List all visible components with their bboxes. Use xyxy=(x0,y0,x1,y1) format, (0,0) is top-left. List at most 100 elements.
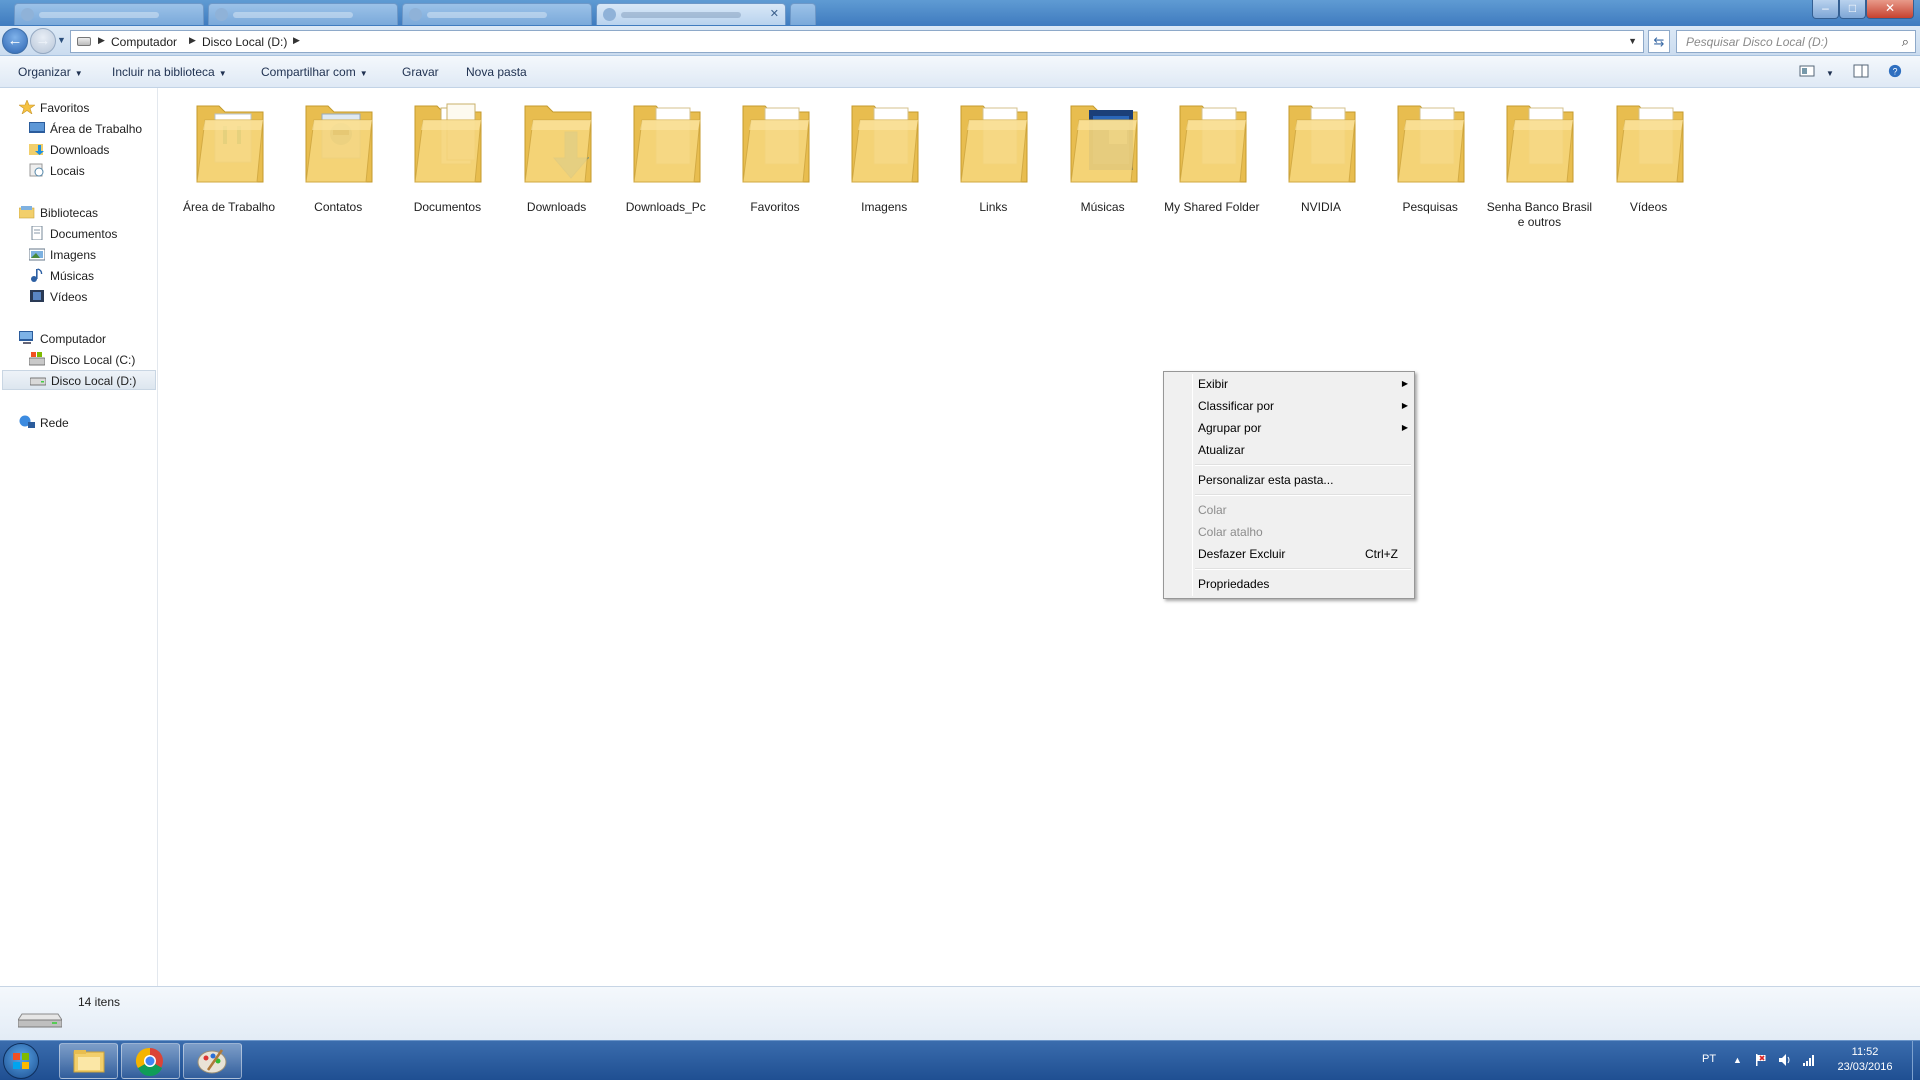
sidebar-item-disk-c[interactable]: Disco Local (C:) xyxy=(29,350,154,370)
show-desktop-button[interactable] xyxy=(1912,1041,1920,1080)
volume-icon[interactable] xyxy=(1778,1053,1792,1067)
libraries-icon xyxy=(19,206,35,219)
chevron-right-icon[interactable]: ▶ xyxy=(98,35,105,46)
sidebar-libraries[interactable]: Bibliotecas xyxy=(19,203,149,223)
folder-item[interactable]: My Shared Folder xyxy=(1158,96,1266,226)
network-signal-icon[interactable] xyxy=(1802,1053,1816,1067)
forward-button[interactable]: → xyxy=(30,28,56,54)
taskbar-paint[interactable] xyxy=(183,1043,242,1079)
title-bar: ✕ – □ ✕ xyxy=(0,0,1920,26)
taskbar-explorer[interactable] xyxy=(59,1043,118,1079)
back-button[interactable]: ← xyxy=(2,28,28,54)
search-input[interactable]: Pesquisar Disco Local (D:) ⌕ xyxy=(1676,30,1916,53)
share-with-button[interactable]: Compartilhar com ▼ xyxy=(261,65,368,79)
folder-item[interactable]: Pesquisas xyxy=(1376,96,1484,226)
start-button[interactable] xyxy=(3,1043,39,1079)
folder-item[interactable]: Imagens xyxy=(830,96,938,226)
organize-button[interactable]: Organizar ▼ xyxy=(18,65,83,79)
menu-item-customize-folder[interactable]: Personalizar esta pasta... xyxy=(1198,470,1408,490)
folder-icon xyxy=(1288,105,1356,183)
include-library-button[interactable]: Incluir na biblioteca ▼ xyxy=(112,65,227,79)
folder-icon xyxy=(742,105,810,183)
star-icon xyxy=(19,100,35,114)
menu-item-group-by[interactable]: Agrupar por ▶ xyxy=(1198,418,1408,438)
sidebar-computer[interactable]: Computador xyxy=(19,329,149,349)
chevron-right-icon[interactable]: ▶ xyxy=(189,35,196,46)
command-bar: Organizar ▼ Incluir na biblioteca ▼ Compar… xyxy=(0,56,1920,88)
sidebar-section-title: Computador xyxy=(40,332,107,346)
browser-tab[interactable] xyxy=(14,3,204,25)
folder-item[interactable]: Área de Trabalho xyxy=(175,96,283,226)
menu-separator xyxy=(1195,568,1411,570)
folder-item[interactable]: Documentos xyxy=(393,96,501,226)
folder-item[interactable]: Downloads xyxy=(503,96,611,226)
sidebar-item-music[interactable]: Músicas xyxy=(29,266,154,286)
sidebar-item-disk-d[interactable]: Disco Local (D:) xyxy=(2,370,156,390)
folder-item[interactable]: Contatos xyxy=(284,96,392,226)
menu-item-view[interactable]: Exibir ▶ xyxy=(1198,374,1408,394)
address-bar[interactable]: ▶ Computador ▶ Disco Local (D:) ▶ ▼ xyxy=(70,30,1644,53)
arrow-left-icon: ← xyxy=(7,32,23,49)
file-view[interactable]: Área de Trabalho Contatos Documentos Downlo… xyxy=(159,88,1920,986)
folder-documents-icon xyxy=(414,103,482,183)
folder-item[interactable]: Vídeos xyxy=(1595,96,1703,226)
browser-tab[interactable] xyxy=(208,3,398,25)
menu-item-sort-by[interactable]: Classificar por ▶ xyxy=(1198,396,1408,416)
recent-places-icon xyxy=(29,163,44,177)
folder-name: Pesquisas xyxy=(1402,200,1458,214)
menu-shortcut: Ctrl+Z xyxy=(1365,547,1398,561)
breadcrumb-disco-d[interactable]: Disco Local (D:) xyxy=(202,35,287,49)
sidebar-item-videos[interactable]: Vídeos xyxy=(29,287,154,307)
recent-pages-dropdown[interactable]: ▼ xyxy=(57,35,66,45)
clock-time: 11:52 xyxy=(1851,1046,1879,1058)
sidebar-item-desktop[interactable]: Área de Trabalho xyxy=(29,119,154,139)
close-button[interactable]: ✕ xyxy=(1866,0,1914,19)
folder-name: Downloads xyxy=(526,200,587,214)
folder-item[interactable]: Favoritos xyxy=(721,96,829,226)
maximize-button[interactable]: □ xyxy=(1839,0,1866,19)
minimize-button[interactable]: – xyxy=(1812,0,1839,19)
address-dropdown-icon[interactable]: ▼ xyxy=(1628,36,1637,46)
folder-item[interactable]: Links xyxy=(939,96,1047,226)
breadcrumb-computador[interactable]: Computador xyxy=(111,35,177,49)
sidebar-item-documents[interactable]: Documentos xyxy=(29,224,154,244)
sidebar-item-recent-places[interactable]: Locais xyxy=(29,161,154,181)
clock[interactable]: 11:52 23/03/2016 xyxy=(1818,1045,1912,1075)
change-view-icon[interactable] xyxy=(1799,64,1815,78)
explorer-icon xyxy=(73,1050,105,1073)
language-indicator[interactable]: PT xyxy=(1702,1053,1716,1065)
submenu-arrow-icon: ▶ xyxy=(1401,401,1408,410)
browser-tab[interactable] xyxy=(402,3,592,25)
sidebar-item-downloads[interactable]: Downloads xyxy=(29,140,154,160)
menu-item-refresh[interactable]: Atualizar xyxy=(1198,440,1408,460)
folder-item[interactable]: Músicas xyxy=(1049,96,1157,226)
folder-name: Área de Trabalho xyxy=(182,200,276,214)
folder-name: Senha Banco Brasil e outros xyxy=(1486,200,1593,229)
sidebar-item-label: Área de Trabalho xyxy=(50,122,143,136)
preview-pane-icon[interactable] xyxy=(1853,64,1869,78)
sidebar-favorites[interactable]: Favoritos xyxy=(19,98,149,118)
search-icon[interactable]: ⌕ xyxy=(1902,34,1909,50)
chevron-right-icon[interactable]: ▶ xyxy=(293,35,300,46)
view-options-dropdown[interactable]: ▼ xyxy=(1822,65,1834,79)
folder-item[interactable]: Downloads_Pc xyxy=(612,96,720,226)
folder-item[interactable]: NVIDIA xyxy=(1267,96,1375,226)
drive-icon xyxy=(77,37,91,46)
burn-button[interactable]: Gravar xyxy=(402,65,439,79)
sidebar-item-pictures[interactable]: Imagens xyxy=(29,245,154,265)
menu-item-properties[interactable]: Propriedades xyxy=(1198,574,1408,594)
browser-tab-active[interactable]: ✕ xyxy=(596,3,786,25)
action-center-flag-icon[interactable] xyxy=(1754,1053,1768,1067)
show-hidden-icons[interactable]: ▲ xyxy=(1733,1055,1742,1065)
folder-icon xyxy=(633,105,701,183)
folder-item[interactable]: Senha Banco Brasil e outros xyxy=(1485,96,1593,229)
help-icon[interactable]: ? xyxy=(1887,64,1903,78)
close-tab-icon[interactable]: ✕ xyxy=(770,7,779,20)
refresh-button[interactable]: ⇆ xyxy=(1648,30,1670,53)
new-tab-button[interactable] xyxy=(790,3,816,25)
new-folder-button[interactable]: Nova pasta xyxy=(466,65,527,79)
sidebar-network[interactable]: Rede xyxy=(19,413,149,433)
chevron-down-icon: ▼ xyxy=(74,69,83,78)
menu-item-undo-delete[interactable]: Desfazer Excluir Ctrl+Z xyxy=(1198,544,1408,564)
taskbar-chrome[interactable] xyxy=(121,1043,180,1079)
